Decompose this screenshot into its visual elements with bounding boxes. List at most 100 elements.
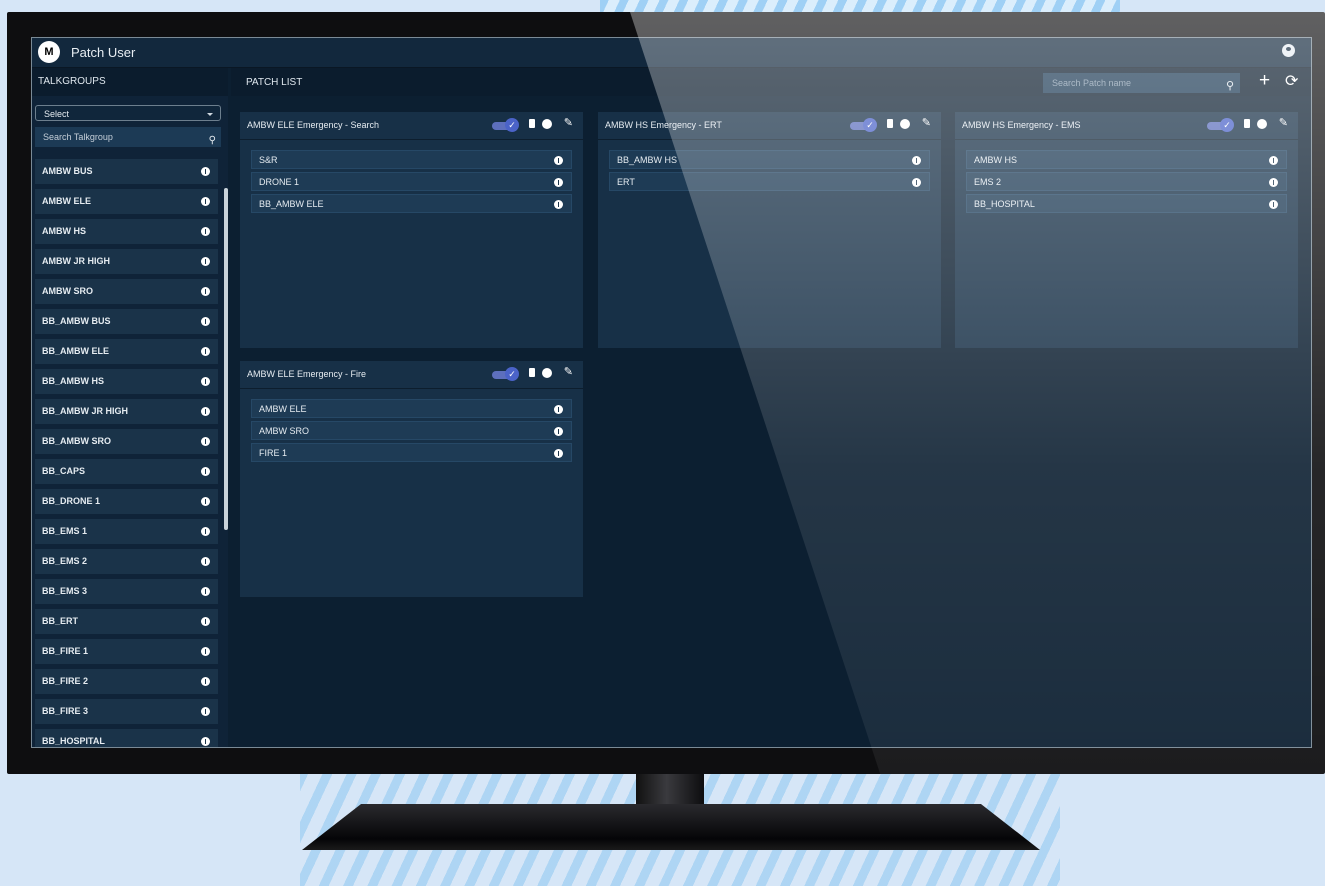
pencil-icon[interactable]: ✎ (564, 116, 573, 129)
info-icon[interactable] (542, 119, 552, 129)
info-icon[interactable] (912, 178, 921, 187)
talkgroup-item[interactable]: BB_AMBW HS (35, 369, 218, 394)
patch-member-label: AMBW HS (974, 155, 1018, 165)
info-icon[interactable] (201, 287, 210, 296)
info-icon[interactable] (554, 427, 563, 436)
talkgroup-item[interactable]: BB_DRONE 1 (35, 489, 218, 514)
patch-member-label: AMBW SRO (259, 426, 310, 436)
info-icon[interactable] (201, 497, 210, 506)
talkgroup-item[interactable]: BB_HOSPITAL (35, 729, 218, 747)
info-icon[interactable] (900, 119, 910, 129)
talkgroup-item[interactable]: BB_ERT (35, 609, 218, 634)
patch-member[interactable]: AMBW ELE (251, 399, 572, 418)
patch-card-header: AMBW ELE Emergency - Search ✎ (240, 112, 583, 140)
info-icon[interactable] (1269, 200, 1278, 209)
patch-member[interactable]: BB_AMBW HS (609, 150, 930, 169)
trash-icon[interactable] (1244, 119, 1250, 128)
pencil-icon[interactable]: ✎ (564, 365, 573, 378)
info-icon[interactable] (1269, 178, 1278, 187)
patch-member[interactable]: ERT (609, 172, 930, 191)
info-icon[interactable] (201, 677, 210, 686)
toggle-icon[interactable] (850, 118, 877, 132)
patch-member[interactable]: FIRE 1 (251, 443, 572, 462)
talkgroup-item[interactable]: BB_EMS 3 (35, 579, 218, 604)
info-icon[interactable] (201, 227, 210, 236)
info-icon[interactable] (912, 156, 921, 165)
info-icon[interactable] (201, 647, 210, 656)
patch-member[interactable]: DRONE 1 (251, 172, 572, 191)
talkgroup-item[interactable]: BB_AMBW SRO (35, 429, 218, 454)
add-patch-button[interactable]: + (1259, 70, 1270, 92)
info-icon[interactable] (201, 407, 210, 416)
talkgroup-item[interactable]: AMBW HS (35, 219, 218, 244)
info-icon[interactable] (554, 405, 563, 414)
info-icon[interactable] (201, 617, 210, 626)
trash-icon[interactable] (529, 368, 535, 377)
info-icon[interactable] (201, 257, 210, 266)
talkgroup-item[interactable]: BB_FIRE 2 (35, 669, 218, 694)
info-icon[interactable] (1257, 119, 1267, 129)
patch-member[interactable]: BB_AMBW ELE (251, 194, 572, 213)
info-icon[interactable] (201, 317, 210, 326)
talkgroup-item[interactable]: BB_EMS 2 (35, 549, 218, 574)
trash-icon[interactable] (529, 119, 535, 128)
pencil-icon[interactable]: ✎ (922, 116, 931, 129)
patch-member[interactable]: EMS 2 (966, 172, 1287, 191)
patch-search-input[interactable]: Search Patch name ⚲ (1043, 73, 1240, 93)
info-icon[interactable] (554, 156, 563, 165)
search-icon[interactable]: ⚲ (1226, 76, 1234, 96)
talkgroup-item[interactable]: BB_AMBW BUS (35, 309, 218, 334)
patch-member-list: BB_AMBW HS ERT (598, 140, 941, 191)
patch-member[interactable]: BB_HOSPITAL (966, 194, 1287, 213)
info-icon[interactable] (201, 557, 210, 566)
info-icon[interactable] (542, 368, 552, 378)
toggle-icon[interactable] (492, 118, 519, 132)
info-icon[interactable] (201, 377, 210, 386)
talkgroup-label: AMBW JR HIGH (42, 256, 110, 266)
talkgroup-label: BB_EMS 2 (42, 556, 88, 566)
app-screen: M Patch User TALKGROUPS Select Search Ta… (31, 37, 1312, 748)
talkgroup-item[interactable]: AMBW SRO (35, 279, 218, 304)
talkgroup-item[interactable]: AMBW ELE (35, 189, 218, 214)
motorola-logo-icon: M (38, 41, 60, 63)
patch-card: AMBW ELE Emergency - Fire ✎ AMBW ELE AMBW S… (240, 361, 583, 597)
info-icon[interactable] (201, 197, 210, 206)
talkgroup-item[interactable]: BB_CAPS (35, 459, 218, 484)
info-icon[interactable] (554, 449, 563, 458)
info-icon[interactable] (554, 200, 563, 209)
toggle-icon[interactable] (1207, 118, 1234, 132)
info-icon[interactable] (201, 437, 210, 446)
patch-card: AMBW ELE Emergency - Search ✎ S&R DRONE 1 BB… (240, 112, 583, 348)
patch-member[interactable]: AMBW SRO (251, 421, 572, 440)
info-icon[interactable] (201, 707, 210, 716)
search-icon[interactable]: ⚲ (209, 131, 216, 151)
talkgroup-item[interactable]: BB_EMS 1 (35, 519, 218, 544)
talkgroup-item[interactable]: BB_AMBW JR HIGH (35, 399, 218, 424)
patch-member[interactable]: AMBW HS (966, 150, 1287, 169)
sidebar-scrollbar[interactable] (224, 188, 228, 530)
patch-card-header: AMBW HS Emergency - ERT ✎ (598, 112, 941, 140)
patch-member[interactable]: S&R (251, 150, 572, 169)
talkgroup-label: BB_AMBW SRO (42, 436, 111, 446)
user-circle-icon[interactable] (1282, 44, 1295, 57)
info-icon[interactable] (554, 178, 563, 187)
pencil-icon[interactable]: ✎ (1279, 116, 1288, 129)
talkgroup-item[interactable]: BB_FIRE 1 (35, 639, 218, 664)
toggle-icon[interactable] (492, 367, 519, 381)
talkgroup-item[interactable]: AMBW BUS (35, 159, 218, 184)
info-icon[interactable] (1269, 156, 1278, 165)
talkgroup-item[interactable]: AMBW JR HIGH (35, 249, 218, 274)
info-icon[interactable] (201, 527, 210, 536)
talkgroup-item[interactable]: BB_AMBW ELE (35, 339, 218, 364)
info-icon[interactable] (201, 467, 210, 476)
info-icon[interactable] (201, 587, 210, 596)
info-icon[interactable] (201, 167, 210, 176)
info-icon[interactable] (201, 737, 210, 746)
talkgroup-search-input[interactable]: Search Talkgroup ⚲ (35, 127, 221, 147)
talkgroup-select[interactable]: Select (35, 105, 221, 121)
trash-icon[interactable] (887, 119, 893, 128)
talkgroup-item[interactable]: BB_FIRE 3 (35, 699, 218, 724)
info-icon[interactable] (201, 347, 210, 356)
refresh-button[interactable]: ⟳ (1285, 71, 1298, 91)
patch-member-label: BB_AMBW ELE (259, 199, 324, 209)
